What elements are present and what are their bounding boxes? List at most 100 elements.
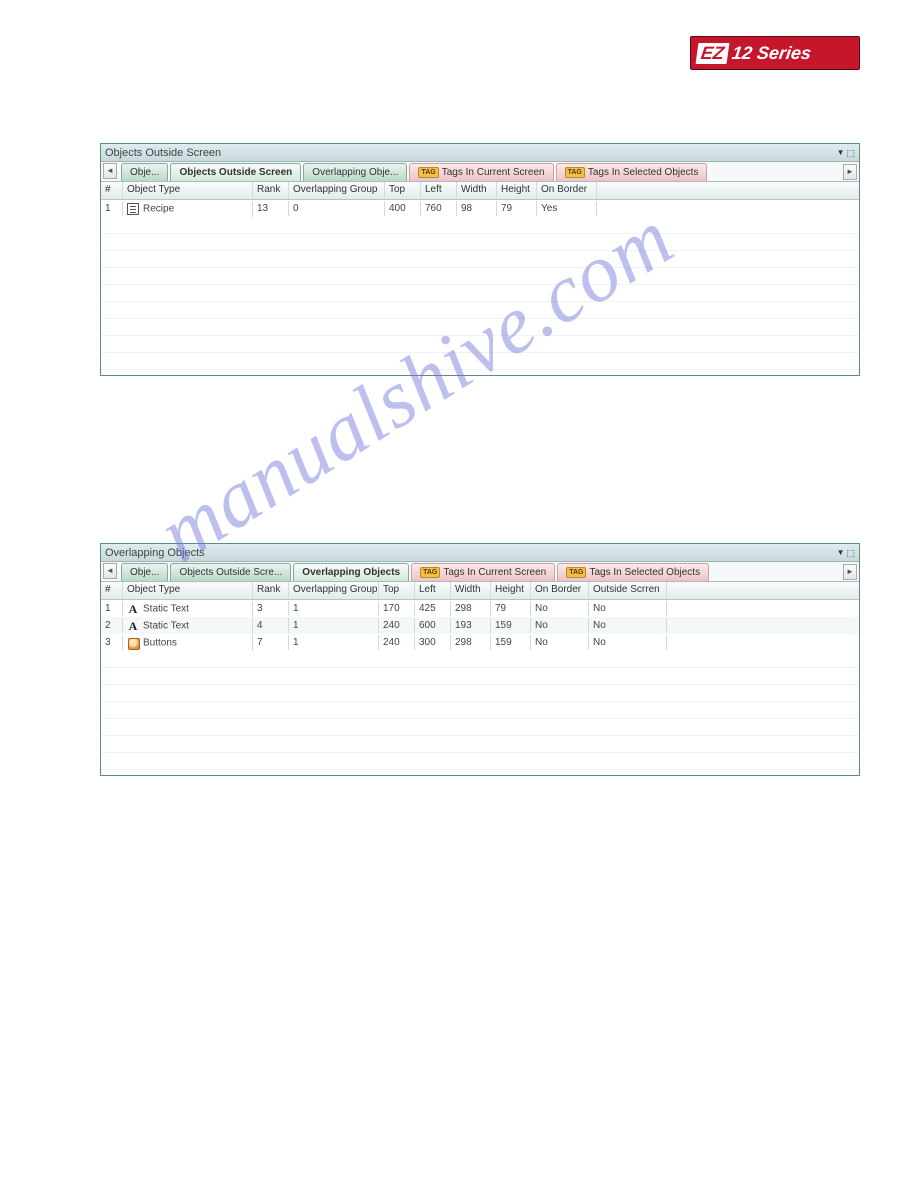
col-left[interactable]: Left bbox=[421, 182, 457, 199]
cell-height: 159 bbox=[491, 618, 531, 633]
cell-object-type: Buttons bbox=[123, 635, 253, 651]
col-object-type[interactable]: Object Type bbox=[123, 582, 253, 599]
dropdown-icon[interactable]: ▼ bbox=[837, 144, 845, 162]
tab-strip: ◄ Obje... Objects Outside Scre... Overla… bbox=[101, 562, 859, 582]
cell-left: 425 bbox=[415, 601, 451, 616]
tag-badge-icon: TAG bbox=[418, 167, 438, 178]
logo-series: 12 Series bbox=[731, 43, 813, 64]
cell-rank: 3 bbox=[253, 601, 289, 616]
col-left[interactable]: Left bbox=[415, 582, 451, 599]
table-row[interactable]: 1 AStatic Text 3 1 170 425 298 79 No No bbox=[101, 600, 859, 617]
cell-width: 193 bbox=[451, 618, 491, 633]
col-rank[interactable]: Rank bbox=[253, 182, 289, 199]
col-outside-screen[interactable]: Outside Scrren bbox=[589, 582, 667, 599]
col-number[interactable]: # bbox=[101, 582, 123, 599]
tab-tags-current-screen[interactable]: TAGTags In Current Screen bbox=[411, 563, 555, 581]
cell-rank: 7 bbox=[253, 635, 289, 650]
cell-outside-screen: No bbox=[589, 618, 667, 633]
cell-outside-screen: No bbox=[589, 635, 667, 650]
cell-left: 600 bbox=[415, 618, 451, 633]
cell-height: 79 bbox=[497, 201, 537, 216]
cell-number: 2 bbox=[101, 618, 123, 633]
cell-number: 1 bbox=[101, 601, 123, 616]
col-filler bbox=[667, 582, 859, 599]
tab-objects[interactable]: Obje... bbox=[121, 163, 168, 181]
cell-number: 1 bbox=[101, 201, 123, 216]
tab-strip: ◄ Obje... Objects Outside Screen Overlap… bbox=[101, 162, 859, 182]
logo-ez: EZ bbox=[696, 43, 730, 64]
dropdown-icon[interactable]: ▼ bbox=[837, 544, 845, 562]
brand-logo: EZ 12 Series bbox=[690, 36, 860, 70]
overlapping-objects-panel: Overlapping Objects ▼ ⬚ ◄ Obje... Object… bbox=[100, 543, 860, 776]
tab-objects-outside-screen[interactable]: Objects Outside Scre... bbox=[170, 563, 291, 581]
cell-object-type: Recipe bbox=[123, 201, 253, 217]
tab-scroll-right[interactable]: ► bbox=[843, 564, 857, 580]
grid-header: # Object Type Rank Overlapping Group Top… bbox=[101, 582, 859, 600]
col-number[interactable]: # bbox=[101, 182, 123, 199]
cell-top: 170 bbox=[379, 601, 415, 616]
tab-objects[interactable]: Obje... bbox=[121, 563, 168, 581]
cell-on-border: No bbox=[531, 635, 589, 650]
col-overlapping-group[interactable]: Overlapping Group bbox=[289, 182, 385, 199]
panel-title-text: Objects Outside Screen bbox=[105, 144, 221, 162]
text-icon: A bbox=[127, 603, 139, 615]
cell-top: 240 bbox=[379, 635, 415, 650]
button-icon bbox=[127, 637, 139, 649]
pin-icon[interactable]: ⬚ bbox=[846, 544, 855, 562]
cell-object-type: AStatic Text bbox=[123, 618, 253, 634]
cell-object-type: AStatic Text bbox=[123, 601, 253, 617]
pin-icon[interactable]: ⬚ bbox=[846, 144, 855, 162]
col-on-border[interactable]: On Border bbox=[537, 182, 597, 199]
cell-height: 79 bbox=[491, 601, 531, 616]
table-row[interactable]: 3 Buttons 7 1 240 300 298 159 No No bbox=[101, 634, 859, 651]
table-row[interactable]: 2 AStatic Text 4 1 240 600 193 159 No No bbox=[101, 617, 859, 634]
cell-on-border: No bbox=[531, 618, 589, 633]
grid-header: # Object Type Rank Overlapping Group Top… bbox=[101, 182, 859, 200]
tab-objects-outside-screen[interactable]: Objects Outside Screen bbox=[170, 163, 301, 181]
cell-top: 400 bbox=[385, 201, 421, 216]
cell-top: 240 bbox=[379, 618, 415, 633]
tab-overlapping-objects[interactable]: Overlapping Objects bbox=[293, 563, 409, 581]
col-filler bbox=[597, 182, 859, 199]
panel-title-bar: Overlapping Objects ▼ ⬚ bbox=[101, 544, 859, 562]
tag-badge-icon: TAG bbox=[420, 567, 440, 578]
col-on-border[interactable]: On Border bbox=[531, 582, 589, 599]
cell-height: 159 bbox=[491, 635, 531, 650]
cell-rank: 13 bbox=[253, 201, 289, 216]
tag-badge-icon: TAG bbox=[566, 567, 586, 578]
table-row[interactable]: 1 Recipe 13 0 400 760 98 79 Yes bbox=[101, 200, 859, 217]
cell-overlapping-group: 1 bbox=[289, 635, 379, 650]
cell-width: 298 bbox=[451, 601, 491, 616]
col-width[interactable]: Width bbox=[457, 182, 497, 199]
objects-outside-screen-panel: Objects Outside Screen ▼ ⬚ ◄ Obje... Obj… bbox=[100, 143, 860, 376]
cell-overlapping-group: 0 bbox=[289, 201, 385, 216]
cell-on-border: No bbox=[531, 601, 589, 616]
col-height[interactable]: Height bbox=[491, 582, 531, 599]
col-top[interactable]: Top bbox=[379, 582, 415, 599]
grid-background-lines bbox=[101, 200, 859, 375]
tab-scroll-left[interactable]: ◄ bbox=[103, 563, 117, 579]
tab-overlapping-objects[interactable]: Overlapping Obje... bbox=[303, 163, 407, 181]
col-overlapping-group[interactable]: Overlapping Group bbox=[289, 582, 379, 599]
col-object-type[interactable]: Object Type bbox=[123, 182, 253, 199]
cell-left: 760 bbox=[421, 201, 457, 216]
tab-tags-current-screen[interactable]: TAGTags In Current Screen bbox=[409, 163, 553, 181]
panel-title-bar: Objects Outside Screen ▼ ⬚ bbox=[101, 144, 859, 162]
panel-title-text: Overlapping Objects bbox=[105, 544, 205, 562]
cell-width: 98 bbox=[457, 201, 497, 216]
tab-tags-selected-objects[interactable]: TAGTags In Selected Objects bbox=[556, 163, 708, 181]
tab-tags-selected-objects[interactable]: TAGTags In Selected Objects bbox=[557, 563, 709, 581]
cell-left: 300 bbox=[415, 635, 451, 650]
recipe-icon bbox=[127, 203, 139, 215]
cell-overlapping-group: 1 bbox=[289, 618, 379, 633]
cell-rank: 4 bbox=[253, 618, 289, 633]
cell-outside-screen: No bbox=[589, 601, 667, 616]
col-top[interactable]: Top bbox=[385, 182, 421, 199]
tab-scroll-left[interactable]: ◄ bbox=[103, 163, 117, 179]
col-width[interactable]: Width bbox=[451, 582, 491, 599]
tab-scroll-right[interactable]: ► bbox=[843, 164, 857, 180]
col-rank[interactable]: Rank bbox=[253, 582, 289, 599]
col-height[interactable]: Height bbox=[497, 182, 537, 199]
tag-badge-icon: TAG bbox=[565, 167, 585, 178]
cell-overlapping-group: 1 bbox=[289, 601, 379, 616]
